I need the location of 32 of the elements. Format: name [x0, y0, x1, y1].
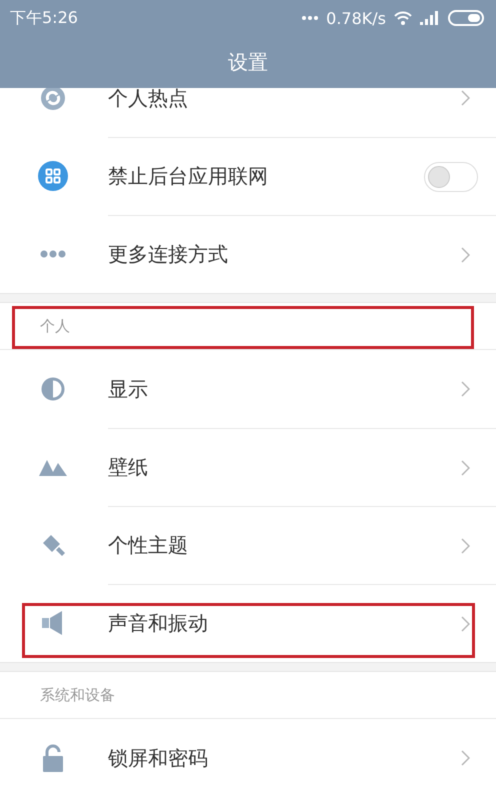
lock-icon [42, 744, 64, 772]
section-header: 个人 [40, 316, 70, 336]
apps-icon [38, 161, 68, 191]
chevron-icon[interactable] [461, 538, 470, 554]
toggle-switch[interactable] [424, 162, 478, 192]
swirl-icon [40, 88, 66, 111]
signal-icon [420, 11, 440, 25]
battery-icon [448, 10, 486, 26]
dots-icon [40, 250, 66, 258]
chevron-icon[interactable] [461, 460, 470, 476]
setting-label[interactable]: 锁屏和密码 [108, 744, 461, 772]
dots-icon [302, 16, 318, 20]
section-header: 系统和设备 [40, 686, 115, 704]
chevron-icon[interactable] [461, 616, 470, 632]
chevron-icon[interactable] [461, 381, 470, 397]
setting-label[interactable]: 个人热点 [108, 88, 461, 112]
setting-label[interactable]: 个性主题 [108, 532, 461, 559]
contrast-icon [41, 377, 65, 401]
network-speed: 0.78K/s [326, 8, 386, 28]
setting-label[interactable]: 更多连接方式 [108, 241, 461, 268]
chevron-icon[interactable] [461, 90, 470, 106]
chevron-icon[interactable] [461, 750, 470, 766]
setting-label[interactable]: 显示 [108, 376, 461, 402]
wifi-icon [394, 11, 412, 25]
chevron-icon[interactable] [461, 246, 470, 262]
status-time: 下午5:26 [10, 8, 78, 28]
setting-label[interactable]: 声音和振动 [108, 610, 461, 637]
setting-label[interactable]: 壁纸 [108, 454, 461, 481]
mountains-icon [39, 458, 67, 476]
screen-title: 设置 [228, 48, 268, 76]
setting-label[interactable]: 禁止后台应用联网 [108, 163, 424, 190]
speaker-icon [42, 610, 64, 636]
